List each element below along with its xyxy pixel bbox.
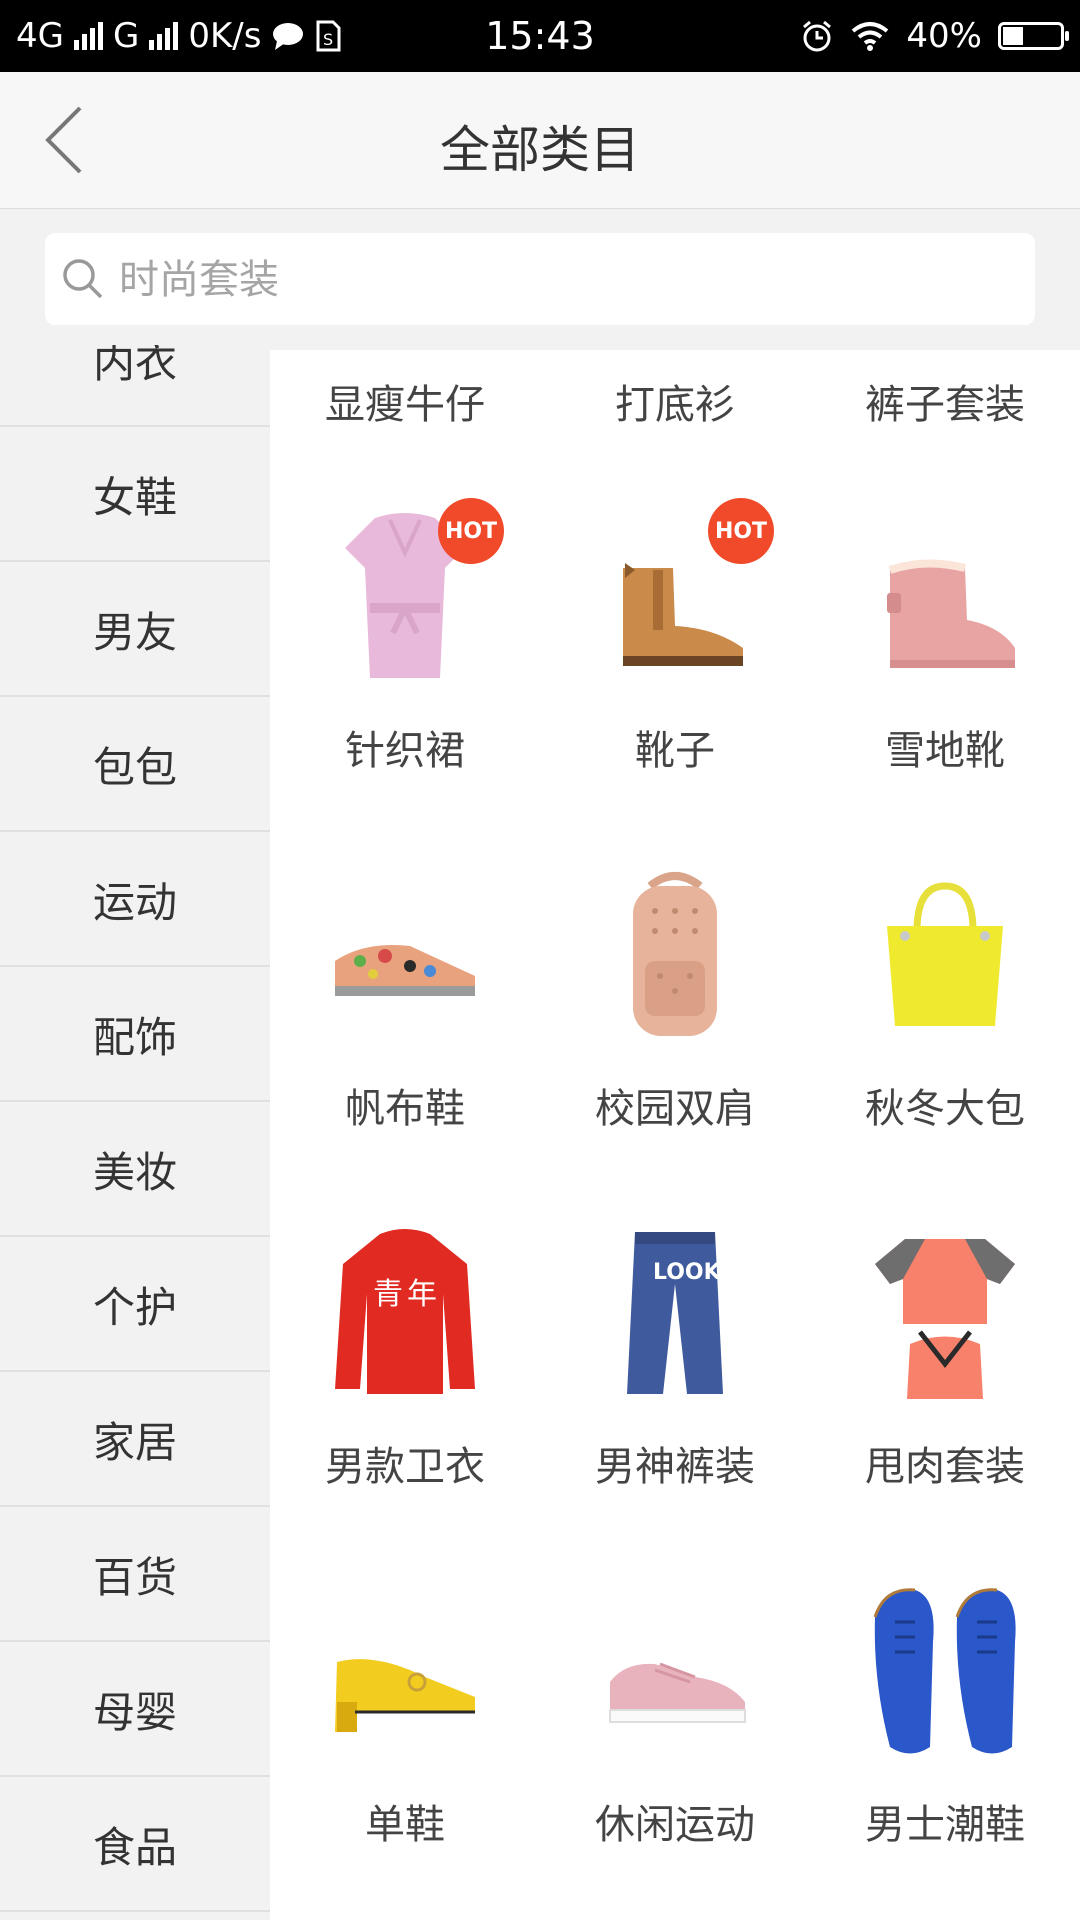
svg-text:青: 青 bbox=[373, 1277, 403, 1312]
subcategory-top-row: 显瘦牛仔 打底衫 裤子套装 bbox=[270, 350, 1080, 445]
svg-text:年: 年 bbox=[407, 1277, 437, 1312]
sidebar-item[interactable]: 母婴 bbox=[0, 1643, 270, 1777]
alarm-clock-icon bbox=[803, 20, 832, 52]
svg-text:LOOK: LOOK bbox=[653, 1260, 722, 1285]
subcategory-link[interactable]: 打底衫 bbox=[540, 372, 810, 430]
category-tile[interactable]: 甩肉套装 bbox=[810, 1194, 1080, 1524]
category-tile-label: 男士潮鞋 bbox=[865, 1802, 1025, 1848]
subcategory-link[interactable]: 显瘦牛仔 bbox=[270, 372, 540, 430]
sidebar-item[interactable]: 个护 bbox=[0, 1238, 270, 1372]
category-tile[interactable]: 休闲运动 bbox=[540, 1552, 810, 1882]
category-tile[interactable]: 青年男款卫衣 bbox=[270, 1194, 540, 1524]
sidebar-item[interactable]: 运动 bbox=[0, 833, 270, 967]
sidebar-item[interactable]: 内衣 bbox=[0, 345, 270, 427]
category-tile[interactable]: 秋冬大包 bbox=[810, 836, 1080, 1166]
category-tile[interactable]: 单鞋 bbox=[270, 1552, 540, 1882]
battery-icon bbox=[998, 22, 1069, 50]
status-bar: 4G G 0K/s S 15:43 40% bbox=[0, 0, 1080, 72]
category-tile[interactable]: HOT 靴子 bbox=[540, 478, 810, 808]
wifi-icon bbox=[852, 22, 889, 51]
category-tile-label: 男款卫衣 bbox=[325, 1444, 485, 1490]
category-tile-label: 雪地靴 bbox=[885, 728, 1005, 774]
pink-sneaker-image bbox=[595, 1582, 755, 1762]
category-tile-label: 帆布鞋 bbox=[345, 1086, 465, 1132]
category-tile-label: 秋冬大包 bbox=[865, 1086, 1025, 1132]
hot-badge: HOT bbox=[438, 498, 504, 564]
category-tile-label: 单鞋 bbox=[365, 1802, 445, 1848]
category-tile-label: 休闲运动 bbox=[595, 1802, 755, 1848]
sidebar-item[interactable]: 女鞋 bbox=[0, 428, 270, 562]
category-tile[interactable]: LOOK 男神裤装 bbox=[540, 1194, 810, 1524]
hot-badge: HOT bbox=[708, 498, 774, 564]
category-tile-label: 校园双肩 bbox=[595, 1086, 755, 1132]
sidebar-item[interactable]: 百货 bbox=[0, 1508, 270, 1642]
subcategory-link[interactable]: 裤子套装 bbox=[810, 372, 1080, 430]
sidebar-item[interactable]: 配饰 bbox=[0, 968, 270, 1102]
battery-fill bbox=[1003, 27, 1023, 45]
yellow-handbag-image bbox=[865, 866, 1025, 1046]
search-bar[interactable] bbox=[45, 233, 1035, 327]
category-tile-label: 男神裤装 bbox=[595, 1444, 755, 1490]
status-right: 40% bbox=[800, 16, 1069, 56]
jeans-image: LOOK bbox=[595, 1224, 755, 1404]
category-tile[interactable]: 校园双肩 bbox=[540, 836, 810, 1166]
category-tile[interactable]: 帆布鞋 bbox=[270, 836, 540, 1166]
page-title: 全部类目 bbox=[440, 121, 640, 179]
category-tile-label: 甩肉套装 bbox=[865, 1444, 1025, 1490]
snow-boot-image bbox=[865, 508, 1025, 688]
battery-percent: 40% bbox=[906, 16, 982, 56]
nav-bar: 全部类目 bbox=[0, 72, 1080, 209]
category-tile-label: 靴子 bbox=[635, 728, 715, 774]
category-content: 显瘦牛仔 打底衫 裤子套装 HOT 针织裙 HOT 靴子 雪地靴帆布鞋 校园双肩 秋冬大包青年男… bbox=[270, 350, 1080, 1920]
blue-sneakers-image bbox=[865, 1582, 1025, 1762]
sidebar-item[interactable]: 男友 bbox=[0, 563, 270, 697]
category-tile[interactable]: 男士潮鞋 bbox=[810, 1552, 1080, 1882]
canvas-shoe-image bbox=[325, 866, 485, 1046]
category-tile[interactable]: 雪地靴 bbox=[810, 478, 1080, 808]
sidebar-item[interactable]: 美妆 bbox=[0, 1103, 270, 1237]
sidebar-item[interactable]: 包包 bbox=[0, 698, 270, 832]
sidebar-item[interactable]: 家居 bbox=[0, 1373, 270, 1507]
sport-set-image bbox=[865, 1224, 1025, 1404]
yellow-loafer-image bbox=[325, 1582, 485, 1762]
red-hoodie-image: 青年 bbox=[325, 1224, 485, 1404]
search-input[interactable] bbox=[117, 233, 1001, 327]
category-sidebar: 内衣 女鞋 男友 包包 运动 配饰 美妆 个护 家居 百货 母婴 食品 bbox=[0, 345, 270, 1920]
category-tile[interactable]: HOT 针织裙 bbox=[270, 478, 540, 808]
category-tile-label: 针织裙 bbox=[345, 728, 465, 774]
backpack-image bbox=[595, 866, 755, 1046]
sidebar-item[interactable]: 食品 bbox=[0, 1778, 270, 1912]
search-icon bbox=[63, 259, 103, 299]
